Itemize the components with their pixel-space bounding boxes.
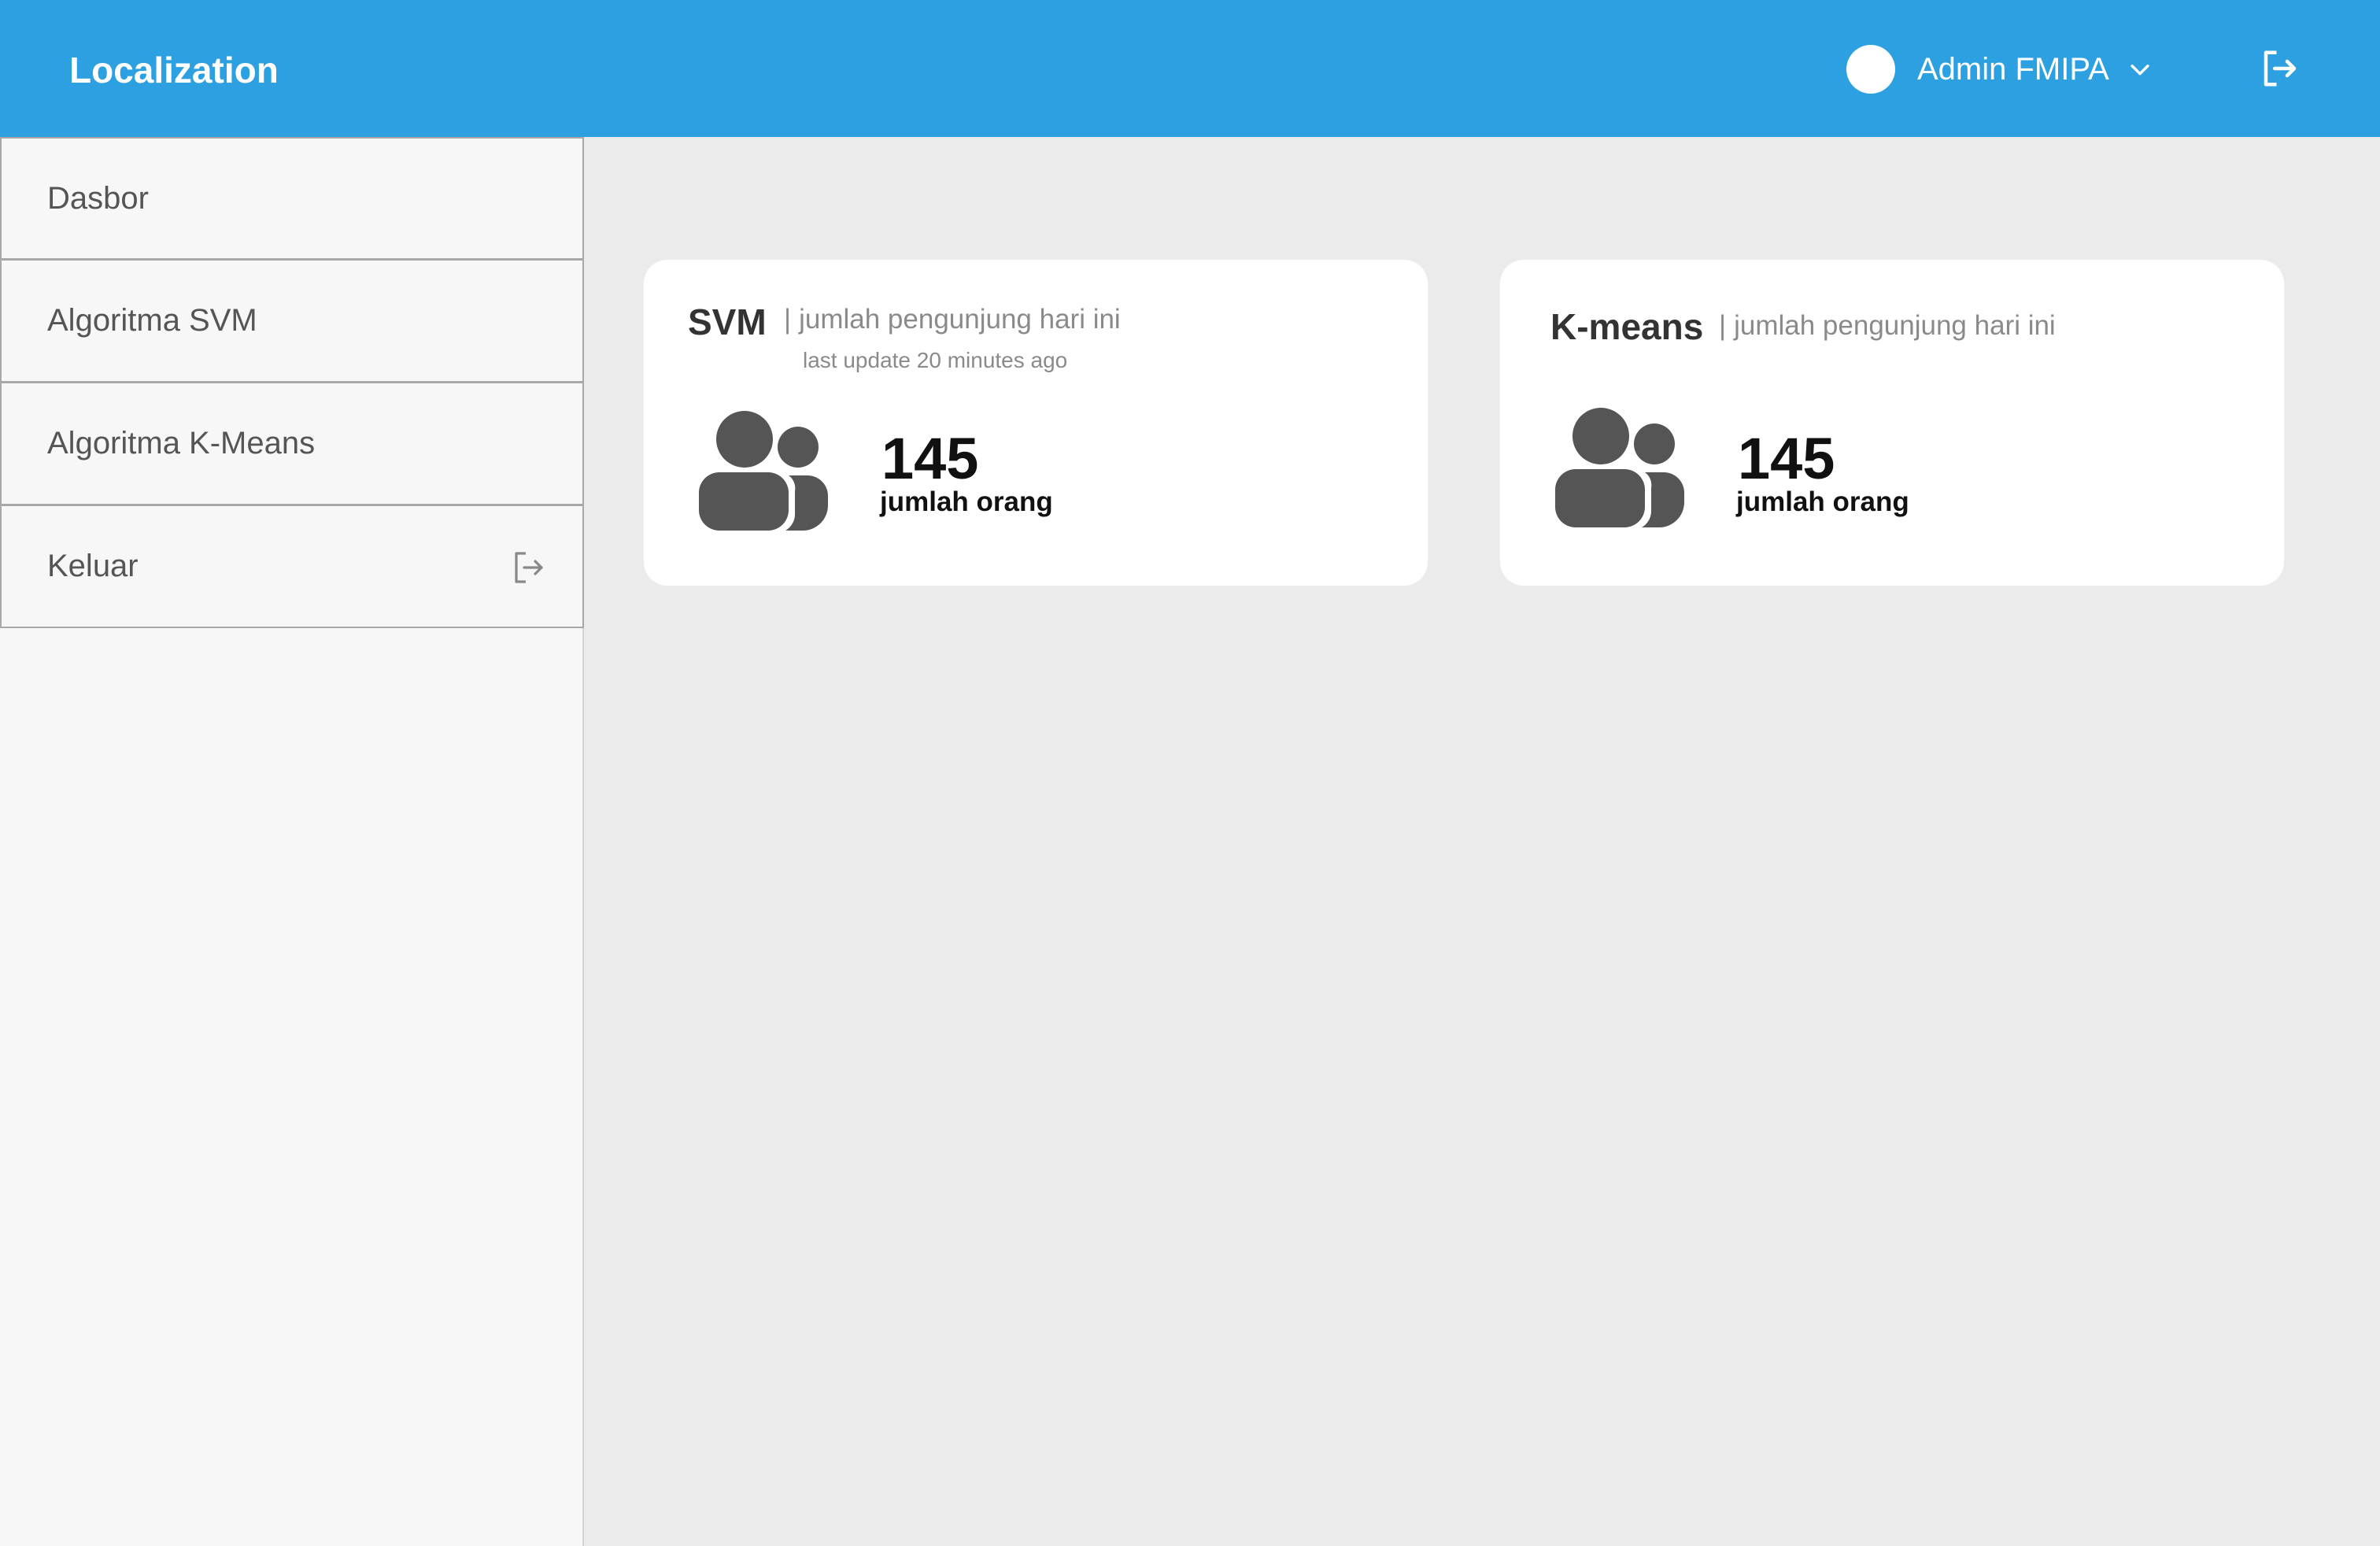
kmeans-visitor-card: K-means | jumlah pengunjung hari ini 145 … [1500,260,2284,586]
card-subtitle-text: jumlah pengunjung hari ini [1734,310,2056,341]
card-subtitle-text: jumlah pengunjung hari ini [799,304,1121,335]
user-avatar [1846,45,1895,94]
user-name: Admin FMIPA [1917,51,2109,87]
sidebar-item-keluar[interactable]: Keluar [0,505,584,628]
people-icon [1555,408,1684,527]
logout-icon[interactable] [2259,47,2301,90]
logout-icon [515,552,543,583]
sidebar-item-algoritma-svm[interactable]: Algoritma SVM [0,260,584,383]
people-icon [699,411,828,531]
user-menu[interactable]: Admin FMIPA [1846,44,2153,94]
visitor-count-label: jumlah orang [1736,486,1909,517]
app-brand[interactable]: Localization [69,49,279,91]
top-bar: Localization Admin FMIPA [0,0,2380,137]
sidebar-item-algoritma-kmeans[interactable]: Algoritma K-Means [0,383,584,505]
visitor-count: 145 [881,426,979,491]
sidebar-item-label: Algoritma SVM [47,303,257,338]
sidebar-item-label: Dasbor [47,180,149,216]
chevron-down-icon [2131,65,2149,76]
title-separator: | [784,304,792,335]
visitor-count: 145 [1738,426,1835,491]
card-title: SVM [688,301,767,342]
sidebar-item-label: Algoritma K-Means [47,426,316,460]
sidebar-item-dasbor[interactable]: Dasbor [0,137,584,260]
last-update-text: last update 20 minutes ago [803,348,1068,372]
title-separator: | [1719,310,1727,341]
sidebar: Dasbor Algoritma SVM Algoritma K-Means K… [0,137,584,1546]
card-subtitle: | jumlah pengunjung hari ini [1719,310,2056,342]
visitor-count-label: jumlah orang [880,486,1053,517]
sidebar-item-label: Keluar [47,549,139,583]
svm-visitor-card: SVM | jumlah pengunjung hari ini last upd… [644,260,1428,586]
card-subtitle: | jumlah pengunjung hari ini [784,304,1121,335]
card-title: K-means [1550,306,1704,347]
